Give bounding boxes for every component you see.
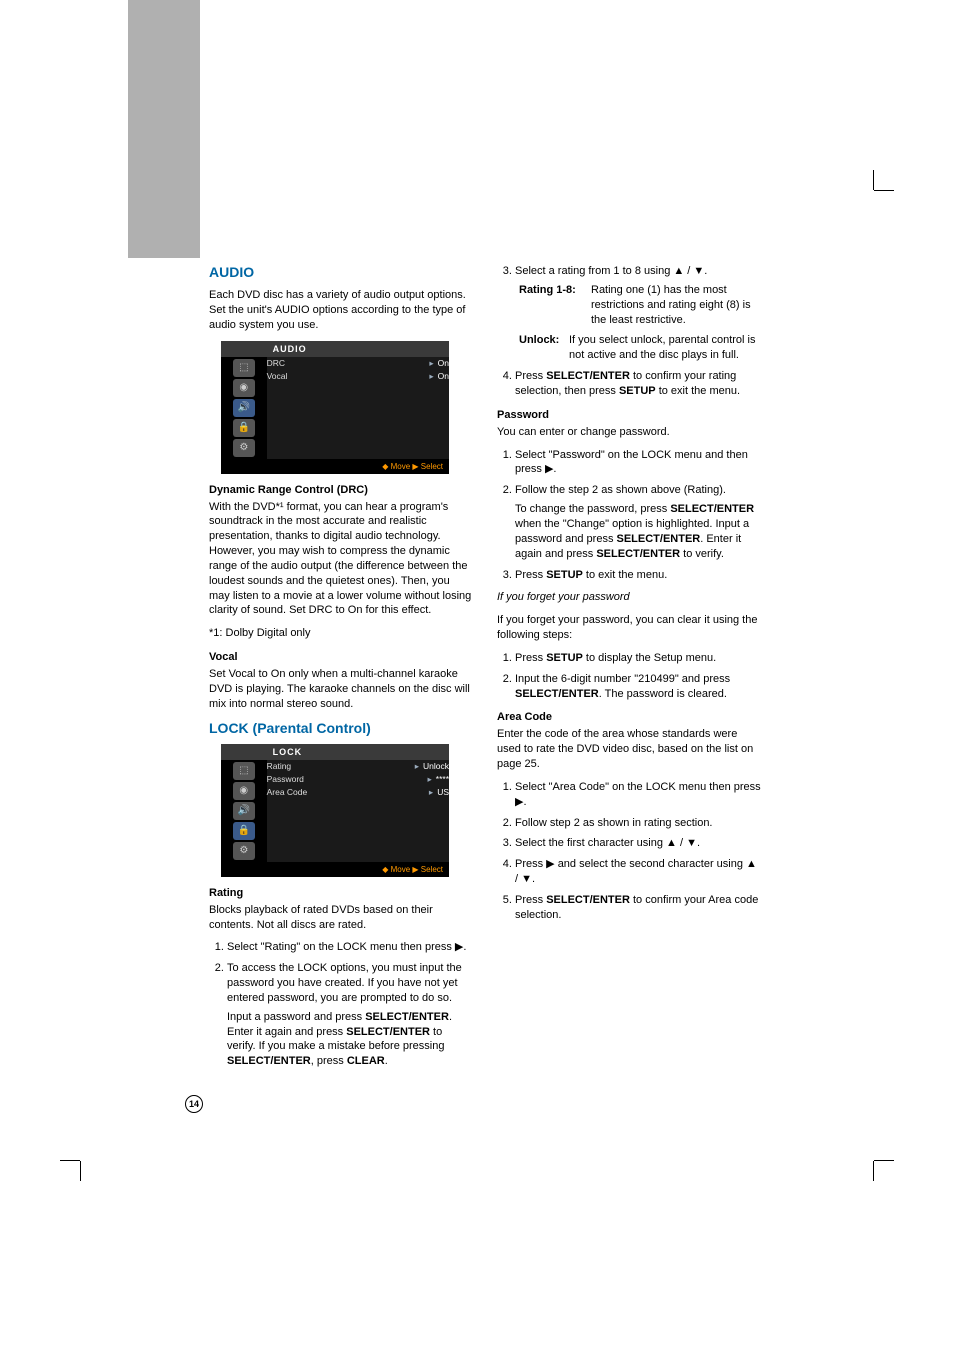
vocal-body: Set Vocal to On only when a multi-channe…: [209, 667, 473, 712]
osd-audio: AUDIO ⬚ ◉ 🔊 🔒 ⚙ DRC▸On Vocal▸On: [221, 341, 449, 474]
forgot-step-1: Press SETUP to display the Setup menu.: [515, 651, 761, 666]
right-column: Select a rating from 1 to 8 using ▲ / ▼.…: [497, 264, 761, 1077]
osd-footer: ◆ Move ▶ Select: [221, 862, 449, 877]
osd-row-value: Unlock: [423, 761, 449, 771]
decorative-sidebar: [128, 0, 200, 258]
crop-mark: [873, 170, 874, 190]
osd-row-label: Rating: [267, 761, 292, 772]
lock-icon: 🔒: [233, 419, 255, 437]
rating-step-2-detail: Input a password and press SELECT/ENTER.…: [227, 1010, 473, 1069]
area-step-5: Press SELECT/ENTER to confirm your Area …: [515, 893, 761, 923]
password-step-2: Follow the step 2 as shown above (Rating…: [515, 483, 761, 561]
osd-lock-title: LOCK: [267, 744, 449, 760]
unlock-body: If you select unlock, parental control i…: [569, 333, 761, 363]
audio-intro: Each DVD disc has a variety of audio out…: [209, 288, 473, 333]
password-step-3: Press SETUP to exit the menu.: [515, 568, 761, 583]
left-column: AUDIO Each DVD disc has a variety of aud…: [209, 264, 473, 1077]
area-step-3: Select the first character using ▲ / ▼.: [515, 836, 761, 851]
forgot-intro: If you forget your password, you can cle…: [497, 613, 761, 643]
osd-row-value: ****: [436, 774, 449, 784]
vocal-heading: Vocal: [209, 651, 473, 663]
unlock-label: Unlock:: [519, 334, 559, 346]
area-steps: Select "Area Code" on the LOCK menu then…: [497, 780, 761, 923]
area-step-2: Follow step 2 as shown in rating section…: [515, 816, 761, 831]
rating-step-3: Select a rating from 1 to 8 using ▲ / ▼.…: [515, 264, 761, 363]
osd-audio-body: DRC▸On Vocal▸On: [267, 357, 449, 459]
disc-icon: ◉: [233, 782, 255, 800]
crop-mark: [80, 1161, 81, 1181]
rating18-body: Rating one (1) has the most restrictions…: [591, 283, 761, 328]
lock-heading: LOCK (Parental Control): [209, 720, 473, 736]
content-area: AUDIO Each DVD disc has a variety of aud…: [209, 264, 761, 1077]
osd-row-value: On: [438, 371, 449, 381]
rating-steps-cont: Select a rating from 1 to 8 using ▲ / ▼.…: [497, 264, 761, 399]
osd-icon-column: ⬚ ◉ 🔊 🔒 ⚙: [221, 357, 267, 459]
forgot-heading: If you forget your password: [497, 590, 761, 605]
osd-row-value: US: [437, 787, 449, 797]
rating-step-1: Select "Rating" on the LOCK menu then pr…: [227, 940, 473, 955]
display-icon: ⬚: [233, 762, 255, 780]
password-step-1: Select "Password" on the LOCK menu and t…: [515, 448, 761, 478]
drc-heading: Dynamic Range Control (DRC): [209, 484, 473, 496]
drc-body: With the DVD*¹ format, you can hear a pr…: [209, 500, 473, 619]
area-step-4: Press ▶ and select the second character …: [515, 857, 761, 887]
audio-icon: 🔊: [233, 399, 255, 417]
password-steps: Select "Password" on the LOCK menu and t…: [497, 448, 761, 583]
forgot-step-2: Input the 6-digit number "210499" and pr…: [515, 672, 761, 702]
osd-row-label: Password: [267, 774, 304, 785]
crop-mark: [874, 190, 894, 191]
osd-footer: ◆ Move ▶ Select: [221, 459, 449, 474]
crop-mark: [60, 1160, 80, 1161]
audio-icon: 🔊: [233, 802, 255, 820]
osd-audio-title: AUDIO: [267, 341, 449, 357]
osd-row-label: Area Code: [267, 787, 308, 798]
forgot-steps: Press SETUP to display the Setup menu. I…: [497, 651, 761, 702]
area-intro: Enter the code of the area whose standar…: [497, 727, 761, 772]
password-intro: You can enter or change password.: [497, 425, 761, 440]
display-icon: ⬚: [233, 359, 255, 377]
crop-mark: [873, 1161, 874, 1181]
osd-lock: LOCK ⬚ ◉ 🔊 🔒 ⚙ Rating▸Unlock Password▸**…: [221, 744, 449, 877]
lock-icon: 🔒: [233, 822, 255, 840]
rating-steps: Select "Rating" on the LOCK menu then pr…: [209, 940, 473, 1069]
osd-lock-body: Rating▸Unlock Password▸**** Area Code▸US: [267, 760, 449, 862]
rating-intro: Blocks playback of rated DVDs based on t…: [209, 903, 473, 933]
area-heading: Area Code: [497, 711, 761, 723]
audio-heading: AUDIO: [209, 264, 473, 280]
other-icon: ⚙: [233, 439, 255, 457]
osd-row-value: On: [438, 358, 449, 368]
crop-mark: [874, 1160, 894, 1161]
disc-icon: ◉: [233, 379, 255, 397]
osd-row-label: DRC: [267, 358, 285, 369]
rating-heading: Rating: [209, 887, 473, 899]
drc-note: *1: Dolby Digital only: [209, 626, 473, 641]
area-step-1: Select "Area Code" on the LOCK menu then…: [515, 780, 761, 810]
manual-page: AUDIO Each DVD disc has a variety of aud…: [0, 0, 954, 1351]
rating-step-4: Press SELECT/ENTER to confirm your ratin…: [515, 369, 761, 399]
page-number: 14: [185, 1095, 203, 1113]
password-heading: Password: [497, 409, 761, 421]
osd-row-label: Vocal: [267, 371, 288, 382]
rating-step-2: To access the LOCK options, you must inp…: [227, 961, 473, 1069]
rating18-label: Rating 1-8:: [519, 284, 576, 296]
osd-icon-column: ⬚ ◉ 🔊 🔒 ⚙: [221, 760, 267, 862]
other-icon: ⚙: [233, 842, 255, 860]
